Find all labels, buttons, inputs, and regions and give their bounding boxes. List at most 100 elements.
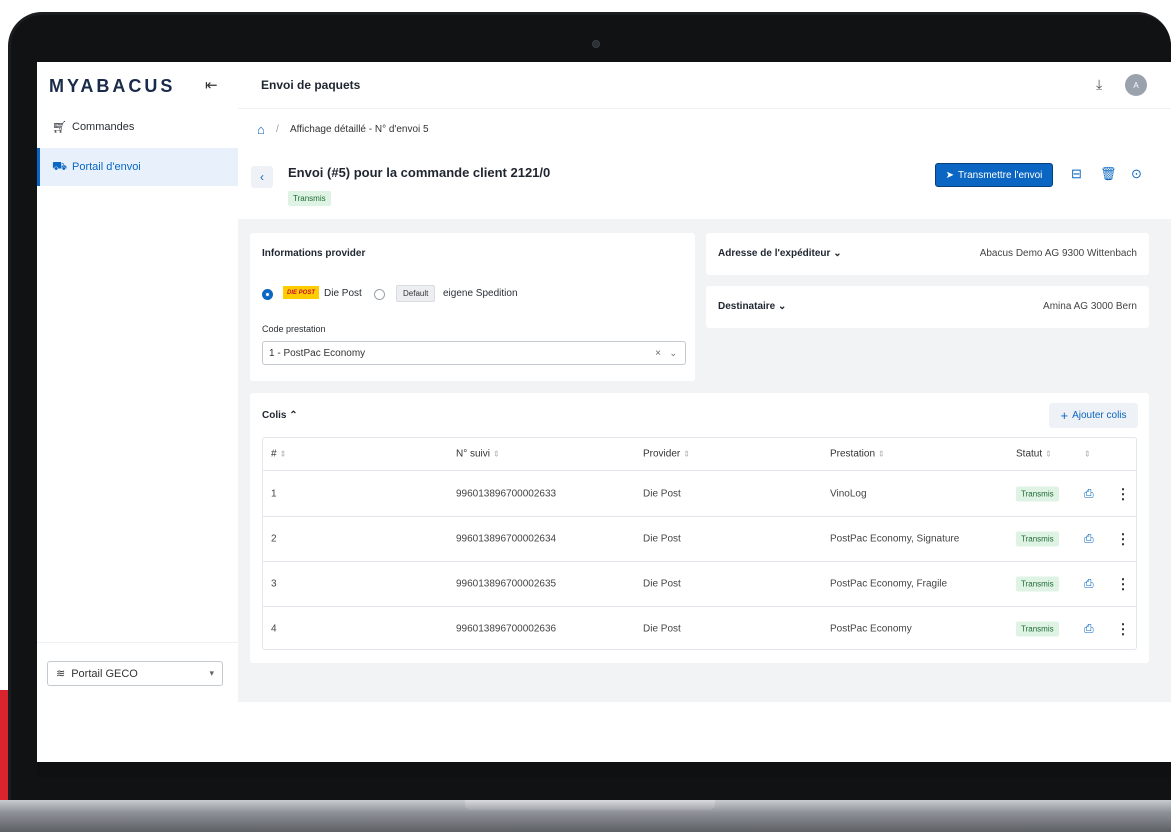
table-row[interactable]: 4 996013896700002636 Die Post PostPac Ec…: [263, 606, 1136, 651]
more-vertical-icon[interactable]: ⋮: [1116, 530, 1130, 546]
clear-icon[interactable]: ×: [655, 348, 661, 359]
col-header-statut[interactable]: Statut ⇕: [1016, 449, 1052, 460]
cell-prestation: PostPac Economy: [830, 623, 912, 634]
col-header-prestation[interactable]: Prestation ⇕: [830, 449, 885, 460]
code-prestation-label: Code prestation: [262, 324, 326, 334]
option-eigene-spedition-label: eigene Spedition: [443, 288, 518, 299]
chevron-down-icon: ⌄: [833, 248, 842, 259]
table-row[interactable]: 2 996013896700002634 Die Post PostPac Ec…: [263, 516, 1136, 562]
recipient-label: Destinataire ⌄: [718, 301, 787, 312]
play-circle-icon[interactable]: ⊙: [1131, 166, 1142, 182]
option-die-post-label: Die Post: [324, 288, 362, 299]
more-vertical-icon[interactable]: ⋮: [1116, 620, 1130, 636]
sort-icon: ⇕: [493, 449, 500, 459]
print-icon[interactable]: ⎙: [1084, 531, 1094, 545]
cell-prestation: VinoLog: [830, 488, 867, 499]
collapse-sidebar-icon[interactable]: ⇤: [205, 76, 218, 94]
laptop-chin: [37, 762, 1171, 778]
transmit-button[interactable]: ➤ Transmettre l'envoi: [935, 163, 1053, 187]
parcels-table: # ⇕ N° suivi ⇕ Provider ⇕ Prestation ⇕ Statu…: [262, 437, 1137, 650]
recipient-card[interactable]: Destinataire ⌄ Amina AG 3000 Bern: [706, 286, 1149, 328]
add-parcel-label: Ajouter colis: [1072, 410, 1127, 421]
table-row[interactable]: 3 996013896700002635 Die Post PostPac Ec…: [263, 561, 1136, 607]
home-icon[interactable]: ⌂: [257, 122, 265, 137]
layers-icon: ≋: [56, 668, 66, 680]
truck-icon: ⛟: [52, 159, 68, 173]
sort-icon: ⇕: [279, 449, 287, 459]
top-bar: Envoi de paquets ⤓ A: [238, 62, 1171, 108]
sort-icon: ⇕: [878, 449, 885, 459]
status-badge: Transmis: [1016, 621, 1059, 636]
cell-prestation: PostPac Economy, Signature: [830, 533, 960, 544]
sender-label: Adresse de l'expéditeur ⌄: [718, 248, 842, 259]
print-icon[interactable]: ⎙: [1084, 621, 1094, 635]
chevron-left-icon: ‹: [260, 170, 264, 184]
add-parcel-button[interactable]: + Ajouter colis: [1049, 403, 1138, 428]
background-accent: [0, 690, 8, 800]
chevron-down-icon: ▾: [209, 668, 214, 678]
code-prestation-select[interactable]: 1 - PostPac Economy × ⌄: [262, 341, 686, 365]
sender-value: Abacus Demo AG 9300 Wittenbach: [979, 248, 1137, 259]
breadcrumb-separator: /: [276, 124, 279, 135]
screen: MYABACUS ⇤ 🛒︎ Commandes ⛟ Portail d'envo…: [37, 62, 1171, 762]
more-vertical-icon[interactable]: ⋮: [1116, 575, 1130, 591]
back-button[interactable]: ‹: [251, 166, 273, 188]
cart-icon: 🛒︎: [52, 120, 68, 134]
col-header-num[interactable]: # ⇕: [271, 449, 286, 460]
default-tag: Default: [396, 285, 436, 302]
avatar[interactable]: A: [1125, 74, 1147, 96]
cell-tracking: 996013896700002635: [456, 578, 557, 589]
radio-eigene-spedition[interactable]: [374, 289, 385, 300]
cell-tracking: 996013896700002633: [456, 488, 557, 499]
code-prestation-value: 1 - PostPac Economy: [269, 347, 366, 359]
shipment-header: ‹ Envoi (#5) pour la commande client 212…: [238, 153, 1171, 219]
chevron-down-icon: ⌄: [778, 301, 787, 312]
status-badge: Transmis: [288, 191, 331, 206]
main-content: Envoi de paquets ⤓ A ⌂ / Affichage détai…: [238, 62, 1171, 702]
cell-prestation: PostPac Economy, Fragile: [830, 578, 948, 589]
table-row[interactable]: 1 996013896700002633 Die Post VinoLog Tr…: [263, 471, 1136, 517]
transmit-button-label: Transmettre l'envoi: [958, 169, 1043, 181]
plus-icon: +: [1060, 408, 1069, 423]
sidebar-item-commandes[interactable]: 🛒︎ Commandes: [37, 108, 238, 146]
col-header-actions[interactable]: ⇕: [1081, 449, 1091, 460]
breadcrumb-current: Affichage détaillé - N° d'envoi 5: [290, 124, 429, 135]
trash-icon[interactable]: 🗑︎: [1100, 166, 1117, 182]
page-title: Envoi de paquets: [261, 78, 361, 92]
sort-icon: ⇕: [1084, 449, 1091, 459]
print-icon[interactable]: ⎙: [1084, 486, 1094, 500]
cell-tracking: 996013896700002636: [456, 623, 557, 634]
radio-die-post[interactable]: [262, 289, 273, 300]
parcels-card: Colis ⌃ + Ajouter colis # ⇕ N° suivi ⇕ Pro…: [250, 393, 1149, 663]
parcels-title[interactable]: Colis ⌃: [262, 410, 298, 421]
more-vertical-icon[interactable]: ⋮: [1116, 485, 1130, 501]
table-header: # ⇕ N° suivi ⇕ Provider ⇕ Prestation ⇕ Statu…: [263, 438, 1136, 471]
sidebar-item-label: Commandes: [72, 121, 135, 133]
shipment-title: Envoi (#5) pour la commande client 2121/…: [288, 165, 551, 180]
sidebar-item-portail-envoi[interactable]: ⛟ Portail d'envoi: [37, 148, 241, 186]
sender-card[interactable]: Adresse de l'expéditeur ⌄ Abacus Demo AG…: [706, 233, 1149, 275]
cell-num: 2: [271, 533, 277, 544]
archive-icon[interactable]: ⊟: [1071, 166, 1082, 182]
die-post-logo: DIE POST: [283, 286, 319, 299]
status-badge: Transmis: [1016, 486, 1059, 501]
col-header-provider[interactable]: Provider ⇕: [643, 449, 690, 460]
sort-icon: ⇕: [1045, 449, 1052, 459]
print-icon[interactable]: ⎙: [1084, 576, 1094, 590]
sidebar-footer: ≋ Portail GECO ▾: [37, 642, 238, 703]
chevron-up-icon: ⌃: [289, 410, 298, 421]
cell-num: 4: [271, 623, 277, 634]
camera: [592, 40, 600, 48]
sort-icon: ⇕: [683, 449, 690, 459]
provider-card: Informations provider DIE POST Die Post …: [250, 233, 695, 381]
cell-provider: Die Post: [643, 533, 681, 544]
portal-select[interactable]: ≋ Portail GECO ▾: [47, 661, 223, 686]
download-icon[interactable]: ⤓: [1096, 76, 1102, 93]
col-header-tracking[interactable]: N° suivi ⇕: [456, 449, 500, 460]
cell-provider: Die Post: [643, 488, 681, 499]
chevron-down-icon: ⌄: [669, 347, 677, 358]
recipient-value: Amina AG 3000 Bern: [1043, 301, 1137, 312]
laptop-notch: [465, 800, 715, 810]
status-badge: Transmis: [1016, 576, 1059, 591]
app-logo: MYABACUS: [49, 76, 176, 96]
